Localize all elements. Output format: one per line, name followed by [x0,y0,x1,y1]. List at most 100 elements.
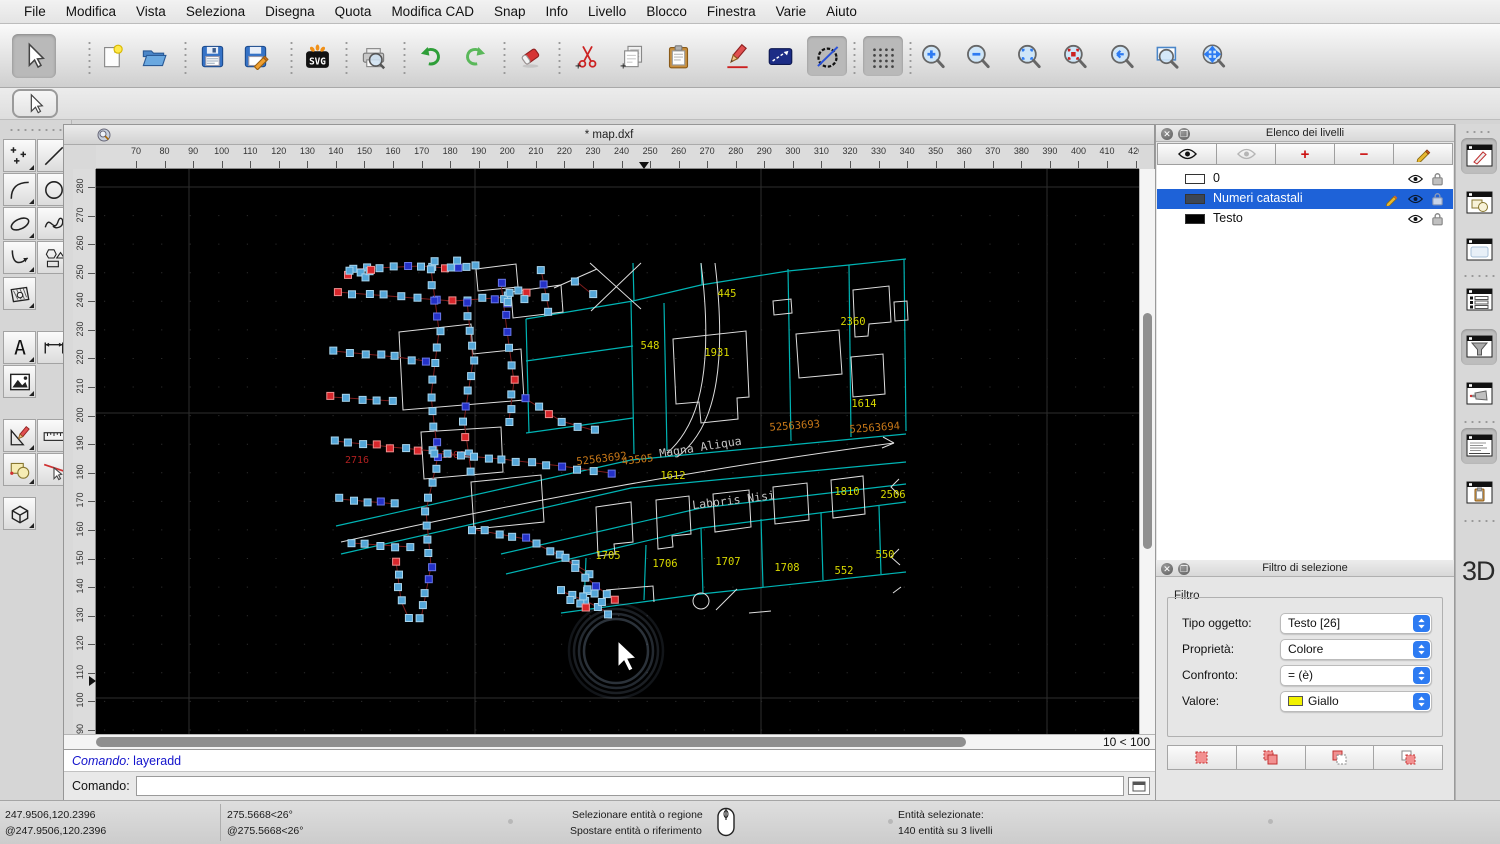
selection-handle[interactable] [481,527,488,534]
selection-handle[interactable] [463,263,470,270]
selection-handle[interactable] [391,352,398,359]
selection-handle[interactable] [431,450,438,457]
current-tool-button[interactable] [12,89,58,118]
building-outline[interactable] [673,331,749,423]
parcel-boundary-line[interactable] [631,301,634,454]
selection-handle[interactable] [431,297,438,304]
shapes-window-toggle[interactable] [1461,185,1497,221]
selection-handle[interactable] [449,297,456,304]
parcel-boundary-line[interactable] [849,265,851,437]
draw-pencil-button[interactable] [717,36,757,76]
lock-icon[interactable] [1430,192,1445,206]
selection-handle[interactable] [425,494,432,501]
selection-handle[interactable] [389,397,396,404]
selection-handle[interactable] [504,328,511,335]
menu-item-snap[interactable]: Snap [484,4,536,19]
menu-item-livello[interactable]: Livello [578,4,636,19]
selection-handle[interactable] [405,263,412,270]
zoom-previous-button[interactable] [1101,36,1141,76]
command-input[interactable] [136,776,1124,796]
selection-handle[interactable] [422,508,429,515]
parcel-boundary-line[interactable] [879,506,881,574]
parcel-boundary-line[interactable] [526,346,633,361]
selection-handle[interactable] [368,266,375,273]
map-label[interactable]: 1931 [704,347,729,359]
drawing-canvas[interactable]: Magna AliquaLaboris Nisi4452360548193116… [96,169,1139,734]
tool-3d-box[interactable] [3,497,36,530]
selection-handle[interactable] [558,418,565,425]
selection-handle[interactable] [380,291,387,298]
selection-handle[interactable] [467,468,474,475]
print-preview-button[interactable] [353,36,393,76]
map-label[interactable]: 1706 [652,558,677,570]
selection-handle[interactable] [416,615,423,622]
menu-item-aiuto[interactable]: Aiuto [816,4,867,19]
selection-handle[interactable] [533,540,540,547]
map-label[interactable]: 52563693 [769,418,820,433]
selection-handle[interactable] [423,522,430,529]
close-panel-icon[interactable]: ✕ [1161,128,1173,140]
open-file-button[interactable] [133,36,173,76]
map-label[interactable]: 552 [835,565,854,577]
vertical-scrollbar-thumb[interactable] [1143,313,1152,549]
selection-handle[interactable] [419,602,426,609]
selection-handle[interactable] [414,294,421,301]
map-label[interactable]: 445 [718,288,737,300]
selection-handle[interactable] [330,347,337,354]
selection-handle[interactable] [542,294,549,301]
zoom-out-button[interactable] [957,36,997,76]
selection-new-button[interactable] [1167,745,1237,770]
selection-handle[interactable] [523,534,530,541]
new-file-button[interactable] [92,36,132,76]
selection-handle[interactable] [373,397,380,404]
tool-hatch[interactable] [3,277,36,310]
menu-item-modifica-cad[interactable]: Modifica CAD [381,4,484,19]
selection-handle[interactable] [396,571,403,578]
map-label[interactable]: 2506 [880,489,905,501]
collapse-console-button[interactable] [1128,777,1150,795]
selection-handle[interactable] [572,564,579,571]
map-label[interactable]: Magna Aliqua [658,434,742,461]
selection-handle[interactable] [342,394,349,401]
selection-handle[interactable] [584,586,591,593]
parcel-boundary-line[interactable] [633,263,634,301]
save-as-button[interactable] [235,36,275,76]
building-outline[interactable] [883,437,894,443]
menu-item-seleziona[interactable]: Seleziona [176,4,255,19]
selection-handle[interactable] [455,264,462,271]
selection-handle[interactable] [460,418,467,425]
undo-button[interactable] [410,36,450,76]
measure-button[interactable] [760,36,800,76]
selection-handle[interactable] [562,554,569,561]
copy-button[interactable]: + [612,36,652,76]
console-window-toggle[interactable] [1461,428,1497,464]
document-window-icon[interactable] [97,128,111,142]
selection-handle[interactable] [540,281,547,288]
selection-handle[interactable] [447,264,454,271]
selection-handle[interactable] [418,263,425,270]
selection-handle[interactable] [574,423,581,430]
selection-handle[interactable] [395,584,402,591]
selection-handle[interactable] [529,459,536,466]
3d-mode-label[interactable]: 3D [1462,556,1495,587]
selection-handle[interactable] [590,468,597,475]
lock-icon[interactable] [1430,212,1445,226]
edit-layer-button[interactable] [1394,143,1453,165]
parcel-boundary-line[interactable] [644,545,646,600]
selection-handle[interactable] [508,391,515,398]
map-label[interactable]: 52563694 [849,420,900,435]
selection-handle[interactable] [331,437,338,444]
zoom-in-button[interactable] [912,36,952,76]
selection-handle[interactable] [523,289,530,296]
selection-handle[interactable] [471,357,478,364]
menu-item-file[interactable]: File [14,4,56,19]
tool-arc[interactable] [3,173,36,206]
selection-handle[interactable] [468,373,475,380]
horizontal-scrollbar[interactable]: 10 < 100 [64,734,1156,749]
tool-ellipse[interactable] [3,207,36,240]
redo-button[interactable] [455,36,495,76]
selection-handle[interactable] [506,419,513,426]
map-label[interactable]: 2360 [840,316,865,328]
map-label[interactable]: 1614 [851,398,876,410]
map-label[interactable]: 1810 [834,486,859,498]
